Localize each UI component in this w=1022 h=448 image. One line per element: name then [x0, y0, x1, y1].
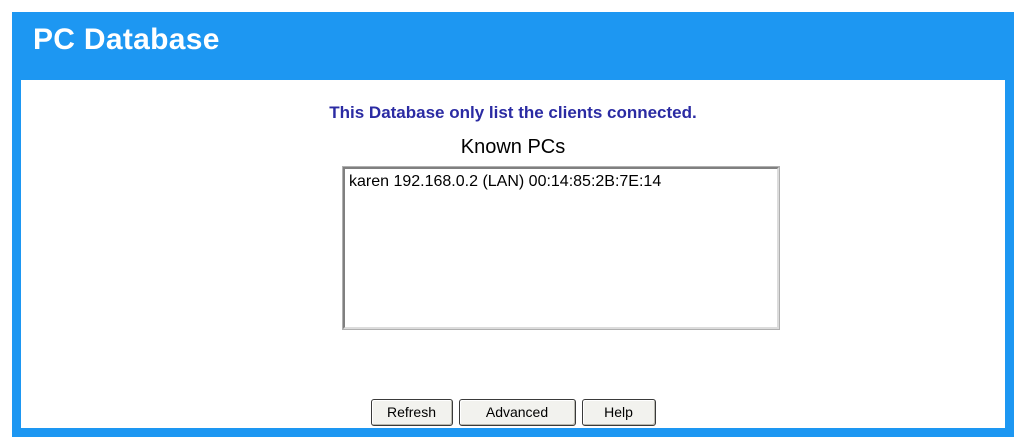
page-title: PC Database	[33, 23, 220, 56]
known-pcs-listbox[interactable]: karen 192.168.0.2 (LAN) 00:14:85:2B:7E:1…	[342, 166, 780, 330]
button-row: Refresh Advanced Help	[21, 399, 1005, 426]
known-pc-item[interactable]: karen 192.168.0.2 (LAN) 00:14:85:2B:7E:1…	[345, 169, 777, 192]
help-button[interactable]: Help	[581, 399, 656, 426]
content-panel: This Database only list the clients conn…	[21, 80, 1005, 428]
advanced-button[interactable]: Advanced	[458, 399, 576, 426]
database-notice: This Database only list the clients conn…	[329, 103, 697, 122]
page-frame: PC Database This Database only list the …	[12, 12, 1014, 437]
refresh-button[interactable]: Refresh	[370, 399, 453, 426]
known-pcs-label: Known PCs	[460, 136, 566, 158]
